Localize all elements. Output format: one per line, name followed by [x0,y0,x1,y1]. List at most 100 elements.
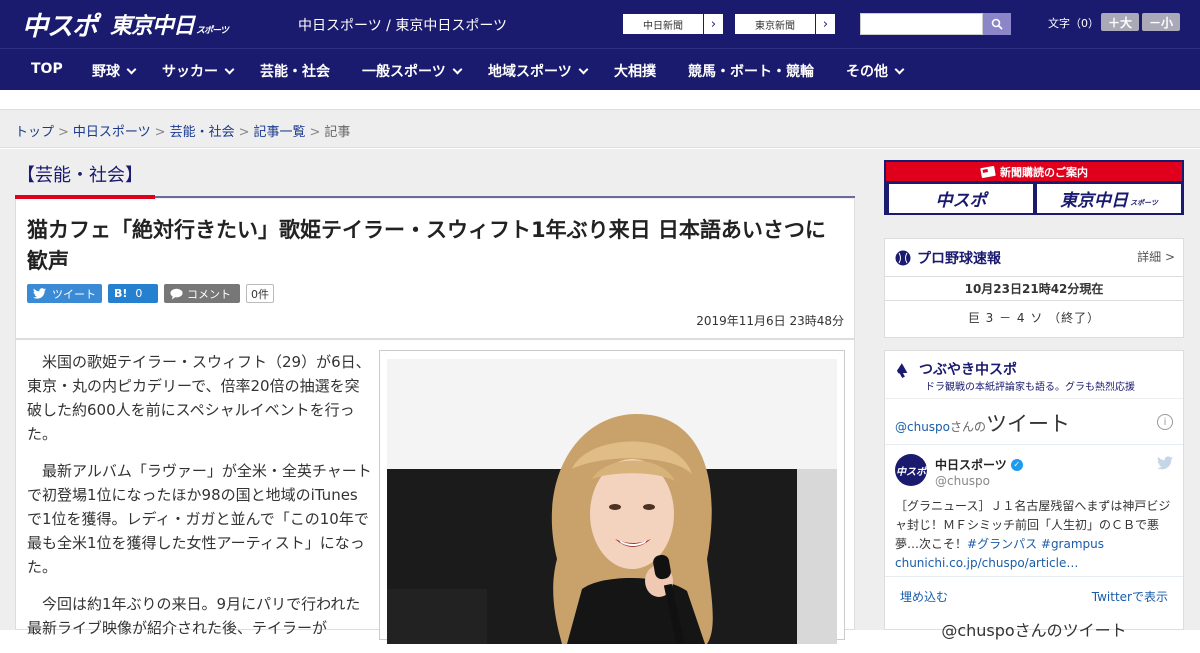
site-links[interactable]: 中日スポーツ / 東京中日スポーツ [298,15,507,35]
tsubuyaki-subtitle: ドラ観戦の本紙評論家も語る。グラも熱烈応援 [925,382,1135,393]
nav-racing[interactable]: 競馬・ボート・競輪 [688,61,814,81]
comment-count: 0件 [246,284,274,303]
breadcrumb-article-list[interactable]: 記事一覧 [254,125,306,140]
category-title: 【芸能・社会】 [17,165,143,186]
sub-logo-text: 東京中日 [1060,191,1129,211]
search-button[interactable] [983,13,1011,35]
baseball-details-link[interactable]: 詳細 > [1137,248,1175,265]
chevron-down-icon [578,64,589,74]
chevron-down-icon [894,64,905,74]
comment-button[interactable]: コメント [164,284,240,303]
search-icon [991,18,1003,30]
breadcrumb-entertainment[interactable]: 芸能・社会 [170,125,235,140]
nav-baseball[interactable]: 野球 [92,61,137,81]
nav-soccer[interactable]: サッカー [162,61,235,81]
paragraph: 米国の歌姫テイラー・スウィフト（29）が6日、東京・丸の内ピカデリーで、倍率20… [27,353,371,443]
top-bar: 中スポ 東京中日 スポーツ 中日スポーツ / 東京中日スポーツ 中日新聞 › 東京… [0,0,1200,48]
tsubuyaki-title: つぶやき中スポ [895,359,1017,379]
chevron-down-icon [126,64,137,74]
chunichi-sports-logo[interactable]: 中スポ [22,6,98,42]
article-date: 2019年11月6日 23時48分 [696,314,844,328]
nav-label: その他 [846,64,888,80]
article-header: 猫カフェ「絶対行きたい」歌姫テイラー・スウィフト1年ぶり来日 日本語あいさつに歓… [15,199,855,339]
timeline-handle-link[interactable]: @chuspo [895,420,950,434]
nav-label: 競馬・ボート・競輪 [688,64,814,80]
spacer [0,90,1200,110]
twitter-bird-icon[interactable] [1157,456,1173,470]
article-text: 米国の歌姫テイラー・スウィフト（29）が6日、東京・丸の内ピカデリーで、倍率20… [27,350,372,653]
paragraph: 今回は約1年ぶりの来日。9月にパリで行われた最新ライブ映像が紹介された後、テイラ… [27,595,361,637]
breadcrumb-current: 記事 [324,125,351,140]
chevron-right-icon: › [815,14,835,34]
search-input[interactable] [860,13,983,35]
nav-label: 野球 [92,64,120,80]
timeline-footer-link[interactable]: @chuspoさんのツイート [885,617,1183,641]
divider [885,444,1183,445]
view-on-twitter-link[interactable]: Twitterで表示 [1092,588,1168,605]
sub-logo-suffix: スポーツ [1130,198,1158,207]
subscription-banner-text: 新聞購読のご案内 [1000,165,1088,179]
tweet-link[interactable]: chunichi.co.jp/chuspo/article… [895,556,1078,570]
timeline-header: @chuspoさんのツイート [895,408,1070,438]
tweet-text: ［グラニュース］Ｊ１名古屋残留へまずは神戸ビジャ封じ！ＭＦシミッチ前回「人生初」… [895,497,1177,573]
twitter-bird-icon [33,288,46,299]
article-photo-frame [379,350,845,644]
tokyo-logo-text: 東京中日 [110,14,195,39]
photo-image [387,359,837,644]
baseball-scores-widget: プロ野球速報 詳細 > 10月23日21時42分現在 巨 3 － 4 ソ （終了… [884,238,1184,338]
text-size-label: 文字（0） [1048,17,1099,30]
tweet-button[interactable]: ツイート [27,284,102,303]
account-name[interactable]: 中日スポーツ ✓ [935,456,1023,473]
tokyo-shimbun-label: 東京新聞 [755,20,795,32]
newspaper-icon [980,165,996,178]
tweet-hashtags[interactable]: #グランパス #grampus [967,537,1104,551]
verified-badge-icon: ✓ [1010,458,1023,471]
hatena-bookmark-button[interactable]: B! 0 [108,284,158,303]
subscription-banner[interactable]: 新聞購読のご案内 中スポ 東京中日 スポーツ [884,160,1184,215]
avatar[interactable]: 中スポ [895,454,927,486]
chunichi-shimbun-button[interactable]: 中日新聞 › [622,13,724,35]
info-icon[interactable]: i [1157,414,1173,430]
account-handle[interactable]: @chuspo [935,474,990,488]
tweet-label: ツイート [52,287,96,301]
subscription-banner-title: 新聞購読のご案内 [886,162,1182,181]
nav-sumo[interactable]: 大相撲 [614,61,656,81]
baseball-timestamp: 10月23日21時42分現在 [885,276,1183,301]
breadcrumb-bar: トップ > 中日スポーツ > 芸能・社会 > 記事一覧 > 記事 [0,110,1200,148]
text-size-up-button[interactable]: ＋大 [1101,13,1139,31]
category-underline [155,196,855,198]
tokyo-chunichi-sports-logo[interactable]: 東京中日 スポーツ [110,6,229,42]
chevron-down-icon [224,64,235,74]
megaphone-icon [896,363,908,378]
nav-entertainment[interactable]: 芸能・社会 [260,61,330,81]
nav-label: 一般スポーツ [362,64,446,80]
chunichi-shimbun-label: 中日新聞 [643,20,683,32]
hatena-count: 0 [135,287,143,300]
tokyo-chunichi-sub-logo: 東京中日 スポーツ [1037,184,1181,213]
nav-local-sports[interactable]: 地域スポーツ [488,61,589,81]
baseball-icon [895,250,911,266]
baseball-title: プロ野球速報 [895,248,1001,268]
breadcrumb-top[interactable]: トップ [15,125,54,140]
chunichi-sports-sub-logo: 中スポ [889,184,1033,213]
baseball-title-text: プロ野球速報 [917,251,1001,267]
nav-general-sports[interactable]: 一般スポーツ [362,61,463,81]
article-headline: 猫カフェ「絶対行きたい」歌姫テイラー・スウィフト1年ぶり来日 日本語あいさつに歓… [27,218,826,273]
twitter-widget: つぶやき中スポ ドラ観戦の本紙評論家も語る。グラも熱烈応援 @chuspoさんの… [884,350,1184,640]
nav-label: サッカー [162,64,218,80]
divider [885,576,1183,577]
nav-top[interactable]: TOP [31,61,63,77]
article-photo[interactable] [387,359,837,644]
tokyo-shimbun-button[interactable]: 東京新聞 › [734,13,836,35]
tsubuyaki-title-text: つぶやき中スポ [919,362,1017,378]
comment-label: コメント [187,287,231,301]
breadcrumb-chunichi-sports[interactable]: 中日スポーツ [73,125,151,140]
timeline-san: さんの [950,420,987,434]
account-name-text: 中日スポーツ [935,458,1007,472]
text-size-down-button[interactable]: －小 [1142,13,1180,31]
embed-link[interactable]: 埋め込む [900,588,948,605]
nav-other[interactable]: その他 [846,61,905,81]
baseball-score[interactable]: 巨 3 － 4 ソ （終了） [885,309,1183,326]
main-nav: TOP 野球 サッカー 芸能・社会 一般スポーツ 地域スポーツ 大相撲 競馬・ボ… [0,48,1200,90]
paragraph: 最新アルバム「ラヴァー」が全米・全英チャートで初登場1位になったほか98の国と地… [27,462,372,576]
